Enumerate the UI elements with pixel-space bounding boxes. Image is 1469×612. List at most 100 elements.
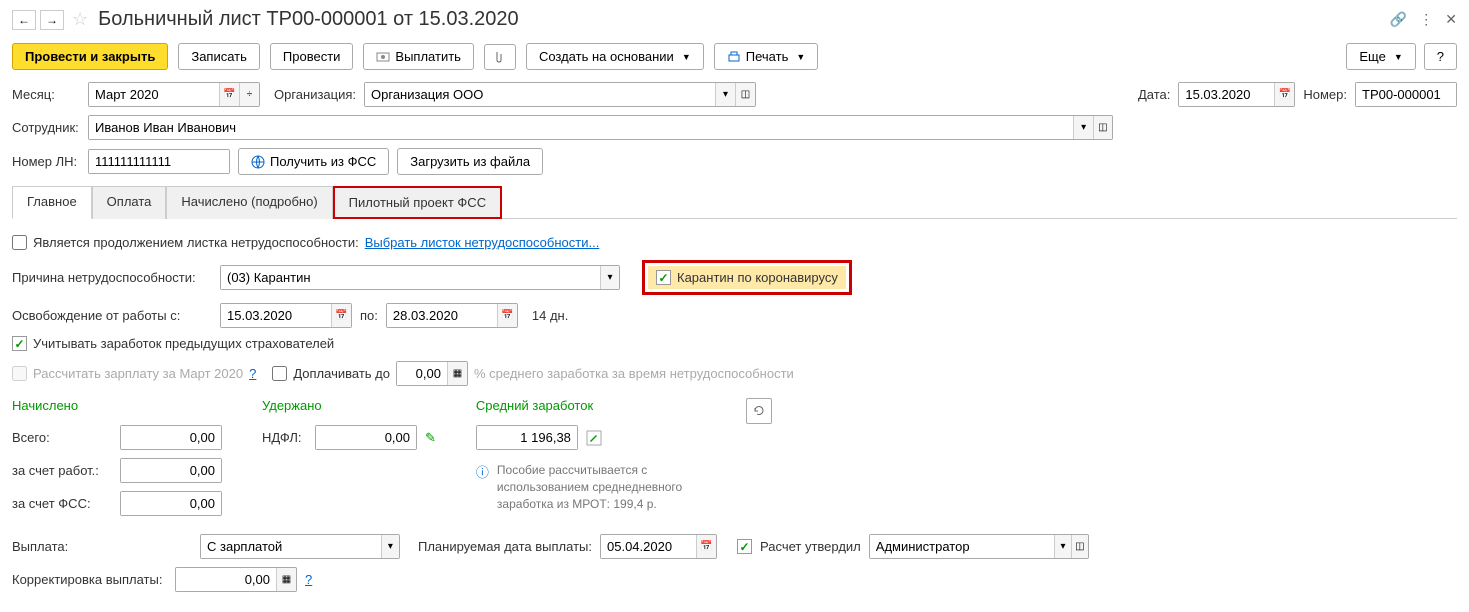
employee-label: Сотрудник: (12, 120, 80, 135)
ln-input[interactable] (89, 150, 229, 173)
ndfl-input[interactable] (316, 426, 416, 449)
correction-input[interactable] (176, 568, 276, 591)
correction-help-link[interactable]: ? (305, 572, 312, 587)
page-title: Больничный лист ТР00-000001 от 15.03.202… (98, 8, 1390, 31)
calc-icon[interactable]: ▦ (276, 568, 296, 591)
save-button[interactable]: Записать (178, 43, 260, 70)
calendar-icon[interactable]: 📅 (219, 83, 239, 106)
extra-pay-suffix: % среднего заработка за время нетрудоспо… (474, 366, 794, 381)
calendar-icon[interactable]: 📅 (696, 535, 716, 558)
dropdown-icon[interactable]: ▾ (715, 83, 735, 106)
chevron-down-icon: ▼ (1394, 52, 1403, 62)
planned-date-input[interactable] (601, 535, 696, 558)
date-to-label: по: (360, 308, 378, 323)
open-icon[interactable]: ◫ (1071, 535, 1088, 558)
refresh-icon (752, 404, 766, 418)
org-input[interactable] (365, 83, 715, 106)
tab-main[interactable]: Главное (12, 186, 92, 219)
date-from-input[interactable] (221, 304, 331, 327)
open-icon[interactable]: ◫ (735, 83, 755, 106)
print-button[interactable]: Печать ▼ (714, 43, 819, 70)
continuation-checkbox[interactable] (12, 235, 27, 250)
load-file-button[interactable]: Загрузить из файла (397, 148, 543, 175)
close-icon[interactable]: ✕ (1445, 11, 1457, 28)
dropdown-icon[interactable]: ▾ (600, 266, 619, 289)
attach-button[interactable] (484, 44, 516, 70)
post-button[interactable]: Провести (270, 43, 354, 70)
menu-icon[interactable]: ⋮ (1419, 11, 1433, 28)
avg-input[interactable] (477, 426, 577, 449)
stepper-icon[interactable]: ÷ (239, 83, 259, 106)
employer-input[interactable] (121, 459, 221, 482)
extra-pay-checkbox[interactable] (272, 366, 287, 381)
open-icon[interactable]: ◫ (1093, 116, 1112, 139)
covid-checkbox[interactable]: ✓ (656, 270, 671, 285)
dropdown-icon[interactable]: ▾ (1054, 535, 1071, 558)
date-to-input[interactable] (387, 304, 497, 327)
create-based-button[interactable]: Создать на основании ▼ (526, 43, 704, 70)
withheld-header: Удержано (262, 398, 436, 413)
dropdown-icon[interactable]: ▾ (1073, 116, 1092, 139)
covid-highlight: ✓ Карантин по коронавирусу (642, 260, 852, 295)
nav-back[interactable]: ← (12, 10, 36, 30)
absence-label: Освобождение от работы с: (12, 308, 212, 323)
extra-pay-label: Доплачивать до (293, 366, 390, 381)
approved-input[interactable] (870, 535, 1054, 558)
calc-icon[interactable]: ▦ (447, 362, 467, 385)
chevron-down-icon: ▼ (796, 52, 805, 62)
tab-accrued[interactable]: Начислено (подробно) (166, 186, 332, 219)
info-icon: ⓘ (476, 462, 489, 512)
total-input[interactable] (121, 426, 221, 449)
fss-input[interactable] (121, 492, 221, 515)
post-close-button[interactable]: Провести и закрыть (12, 43, 168, 70)
globe-icon (251, 155, 265, 169)
help-button[interactable]: ? (1424, 43, 1457, 70)
month-label: Месяц: (12, 87, 80, 102)
pencil-edit-icon[interactable] (586, 430, 602, 446)
refresh-button[interactable] (746, 398, 772, 424)
accrued-header: Начислено (12, 398, 222, 413)
recalc-help-link[interactable]: ? (249, 366, 256, 381)
avg-header: Средний заработок (476, 398, 716, 413)
get-fss-button[interactable]: Получить из ФСС (238, 148, 389, 175)
pencil-icon[interactable]: ✎ (425, 430, 436, 446)
chevron-down-icon: ▼ (682, 52, 691, 62)
calendar-icon[interactable]: 📅 (331, 304, 351, 327)
printer-icon (727, 50, 741, 64)
paperclip-icon (493, 50, 507, 64)
tab-payment[interactable]: Оплата (92, 186, 167, 219)
choose-sheet-link[interactable]: Выбрать листок нетрудоспособности... (365, 235, 600, 250)
link-icon[interactable]: 🔗 (1390, 11, 1407, 28)
nav-forward[interactable]: → (40, 10, 64, 30)
prev-earnings-label: Учитывать заработок предыдущих страховат… (33, 336, 334, 351)
continuation-label: Является продолжением листка нетрудоспос… (33, 235, 359, 250)
planned-date-label: Планируемая дата выплаты: (418, 539, 592, 554)
reason-input[interactable] (221, 266, 600, 289)
ln-label: Номер ЛН: (12, 154, 80, 169)
number-label: Номер: (1303, 87, 1347, 102)
prev-earnings-checkbox[interactable]: ✓ (12, 336, 27, 351)
calendar-icon[interactable]: 📅 (1274, 83, 1294, 106)
reason-label: Причина нетрудоспособности: (12, 270, 212, 285)
number-input[interactable] (1356, 83, 1456, 106)
tab-pilot[interactable]: Пилотный проект ФСС (333, 186, 502, 219)
date-input[interactable] (1179, 83, 1274, 106)
recalc-checkbox (12, 366, 27, 381)
dropdown-icon[interactable]: ▾ (381, 535, 399, 558)
star-icon[interactable]: ☆ (72, 9, 88, 30)
info-text: Пособие рассчитывается с использованием … (497, 462, 716, 512)
month-input[interactable] (89, 83, 219, 106)
approved-checkbox[interactable]: ✓ (737, 539, 752, 554)
extra-pay-input[interactable] (397, 362, 447, 385)
payout-input[interactable] (201, 535, 381, 558)
date-label: Дата: (1138, 87, 1170, 102)
more-button[interactable]: Еще ▼ (1346, 43, 1415, 70)
fss-label: за счет ФСС: (12, 496, 112, 511)
approved-label: Расчет утвердил (760, 539, 861, 554)
pay-button[interactable]: Выплатить (363, 43, 474, 70)
total-label: Всего: (12, 430, 112, 445)
employee-input[interactable] (89, 116, 1073, 139)
payout-label: Выплата: (12, 539, 132, 554)
correction-label: Корректировка выплаты: (12, 572, 167, 587)
calendar-icon[interactable]: 📅 (497, 304, 517, 327)
